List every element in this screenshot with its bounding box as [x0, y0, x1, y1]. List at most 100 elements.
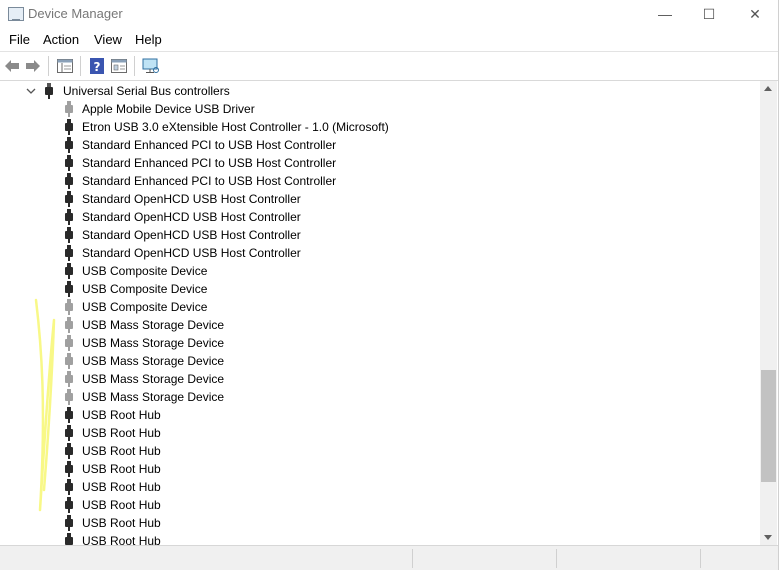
usb-device-icon	[64, 335, 74, 351]
device-manager-icon	[8, 7, 24, 21]
device-row[interactable]: Standard OpenHCD USB Host Controller	[64, 244, 301, 262]
device-row[interactable]: Standard OpenHCD USB Host Controller	[64, 226, 301, 244]
properties-icon[interactable]	[110, 57, 128, 75]
device-label: Standard OpenHCD USB Host Controller	[82, 210, 301, 224]
device-row[interactable]: USB Composite Device	[64, 262, 207, 280]
device-row[interactable]: Standard OpenHCD USB Host Controller	[64, 190, 301, 208]
scroll-up-arrow-icon[interactable]	[764, 86, 772, 91]
device-label: USB Root Hub	[82, 516, 161, 530]
device-row[interactable]: USB Root Hub	[64, 406, 161, 424]
usb-device-icon	[64, 245, 74, 261]
device-manager-window: Device Manager — ☐ ✕ File Action View He…	[0, 0, 779, 570]
show-hide-console-tree-icon[interactable]	[56, 57, 74, 75]
device-row[interactable]: USB Mass Storage Device	[64, 334, 224, 352]
device-row[interactable]: Standard Enhanced PCI to USB Host Contro…	[64, 172, 336, 190]
usb-device-icon	[64, 317, 74, 333]
menu-view[interactable]: View	[94, 32, 122, 47]
device-label: USB Root Hub	[82, 534, 161, 545]
vertical-scrollbar[interactable]	[760, 81, 777, 545]
scrollbar-thumb[interactable]	[761, 370, 776, 482]
device-row[interactable]: USB Root Hub	[64, 514, 161, 532]
svg-text:?: ?	[94, 60, 101, 74]
menu-action[interactable]: Action	[43, 32, 79, 47]
usb-device-icon	[64, 461, 74, 477]
usb-device-icon	[64, 227, 74, 243]
usb-device-icon	[64, 155, 74, 171]
device-row[interactable]: USB Mass Storage Device	[64, 352, 224, 370]
device-row[interactable]: Standard Enhanced PCI to USB Host Contro…	[64, 154, 336, 172]
device-label: Apple Mobile Device USB Driver	[82, 102, 255, 116]
menu-file[interactable]: File	[9, 32, 30, 47]
device-label: Standard Enhanced PCI to USB Host Contro…	[82, 156, 337, 170]
usb-device-icon	[64, 389, 74, 405]
category-label: Universal Serial Bus controllers	[63, 84, 230, 98]
device-label: USB Root Hub	[82, 498, 161, 512]
device-row[interactable]: USB Root Hub	[64, 496, 161, 514]
device-row[interactable]: USB Root Hub	[64, 460, 161, 478]
device-label: USB Composite Device	[82, 282, 208, 296]
device-row[interactable]: USB Mass Storage Device	[64, 316, 224, 334]
device-row[interactable]: USB Root Hub	[64, 532, 161, 545]
usb-device-icon	[64, 533, 74, 545]
usb-device-icon	[64, 353, 74, 369]
usb-device-icon	[64, 101, 74, 117]
forward-arrow-icon[interactable]	[24, 57, 42, 75]
device-label: USB Composite Device	[82, 264, 208, 278]
window-title: Device Manager	[28, 6, 123, 21]
usb-device-icon	[64, 119, 74, 135]
usb-device-icon	[64, 173, 74, 189]
maximize-button[interactable]: ☐	[686, 0, 732, 28]
device-label: USB Root Hub	[82, 426, 161, 440]
status-bar	[0, 545, 778, 570]
usb-device-icon	[64, 281, 74, 297]
menu-help[interactable]: Help	[135, 32, 162, 47]
usb-device-icon	[64, 299, 74, 315]
back-arrow-icon[interactable]	[3, 57, 21, 75]
menu-bar: File Action View Help	[0, 29, 778, 51]
device-label: USB Mass Storage Device	[82, 372, 225, 386]
device-label: USB Mass Storage Device	[82, 390, 225, 404]
device-row[interactable]: USB Root Hub	[64, 478, 161, 496]
close-button[interactable]: ✕	[732, 0, 778, 28]
device-label: Standard OpenHCD USB Host Controller	[82, 246, 301, 260]
device-row[interactable]: USB Composite Device	[64, 298, 207, 316]
device-row[interactable]: USB Root Hub	[64, 424, 161, 442]
tree-category-usb-controllers[interactable]: Universal Serial Bus controllers	[0, 82, 300, 100]
device-tree: Universal Serial Bus controllers Apple M…	[0, 81, 760, 545]
device-label: USB Mass Storage Device	[82, 318, 225, 332]
device-label: USB Root Hub	[82, 408, 161, 422]
title-bar: Device Manager — ☐ ✕	[0, 0, 778, 28]
device-label: USB Root Hub	[82, 480, 161, 494]
usb-device-icon	[64, 497, 74, 513]
minimize-button[interactable]: —	[642, 0, 688, 28]
usb-device-icon	[64, 407, 74, 423]
device-row[interactable]: Etron USB 3.0 eXtensible Host Controller…	[64, 118, 389, 136]
help-icon[interactable]: ?	[88, 57, 106, 75]
usb-device-icon	[64, 515, 74, 531]
device-row[interactable]: Standard OpenHCD USB Host Controller	[64, 208, 301, 226]
usb-device-icon	[64, 371, 74, 387]
usb-device-icon	[64, 479, 74, 495]
usb-device-icon	[64, 209, 74, 225]
device-row[interactable]: USB Mass Storage Device	[64, 370, 224, 388]
scroll-down-arrow-icon[interactable]	[764, 535, 772, 540]
device-label: Standard OpenHCD USB Host Controller	[82, 228, 301, 242]
chevron-down-icon[interactable]	[26, 86, 36, 96]
device-row[interactable]: Apple Mobile Device USB Driver	[64, 100, 255, 118]
device-label: Standard Enhanced PCI to USB Host Contro…	[82, 174, 337, 188]
usb-device-icon	[64, 443, 74, 459]
usb-device-icon	[64, 137, 74, 153]
device-label: Standard OpenHCD USB Host Controller	[82, 192, 301, 206]
device-row[interactable]: USB Mass Storage Device	[64, 388, 224, 406]
device-label: Etron USB 3.0 eXtensible Host Controller…	[82, 120, 389, 134]
usb-device-icon	[64, 191, 74, 207]
device-label: USB Composite Device	[82, 300, 208, 314]
scan-hardware-monitor-icon[interactable]	[142, 57, 160, 75]
device-label: Standard Enhanced PCI to USB Host Contro…	[82, 138, 337, 152]
device-row[interactable]: USB Composite Device	[64, 280, 207, 298]
device-label: USB Mass Storage Device	[82, 336, 225, 350]
device-row[interactable]: Standard Enhanced PCI to USB Host Contro…	[64, 136, 336, 154]
device-row[interactable]: USB Root Hub	[64, 442, 161, 460]
background-window-edge	[779, 0, 784, 570]
device-label: USB Root Hub	[82, 462, 161, 476]
